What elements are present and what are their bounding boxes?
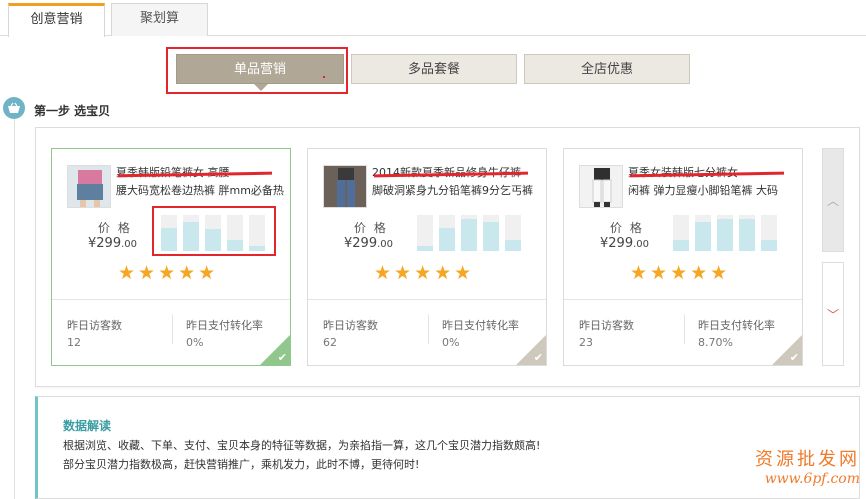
tab-creative-marketing[interactable]: 创意营销 — [8, 3, 105, 37]
conversion-label: 昨日支付转化率 — [442, 319, 519, 332]
visitors-label: 昨日访客数 — [323, 319, 378, 332]
divider — [428, 314, 429, 344]
data-interpretation-box: 数据解读 根据浏览、收藏、下单、支付、宝贝本身的特征等数据，为亲掐指一算，这几个… — [35, 396, 860, 499]
tab-juhuasuan[interactable]: 聚划算 — [111, 3, 208, 36]
notes-title: 数据解读 — [63, 419, 112, 433]
rating-stars: ★★★★★ — [374, 262, 475, 284]
visitors-value: 23 — [579, 336, 593, 349]
product-card-1[interactable]: 夏季韩版铅笔裤女 高腰 腰大码宽松卷边热裤 胖mm必备热 价 格 ¥299.00… — [51, 148, 291, 366]
notes-line: 部分宝贝潜力指数极高，赶快营销推广，乘机发力，此时不博，更待何时! — [63, 458, 420, 471]
chevron-down-icon: ﹀ — [826, 308, 839, 322]
bar — [417, 245, 433, 251]
product-thumbnail — [67, 165, 111, 208]
product-title[interactable]: 夏季女装韩版七分裤女 闲裤 弹力显瘦小脚铅笔裤 大码 — [628, 164, 798, 200]
highlight-dot — [323, 76, 325, 78]
conversion-value: 0% — [186, 336, 204, 349]
visitors-label: 昨日访客数 — [579, 319, 634, 332]
step-title: 第一步 选宝贝 — [34, 104, 111, 118]
conversion-label: 昨日支付转化率 — [698, 319, 775, 332]
bar — [461, 218, 477, 251]
bar — [761, 240, 777, 251]
bar — [673, 240, 689, 251]
notes-line: 根据浏览、收藏、下单、支付、宝贝本身的特征等数据，为亲掐指一算，这几个宝贝潜力指… — [63, 439, 541, 452]
product-title[interactable]: 2014新款夏季新品修身牛仔裤 脚破洞紧身九分铅笔裤9分乞丐裤 — [372, 164, 542, 200]
basket-icon — [3, 97, 25, 119]
bar — [739, 218, 755, 251]
check-icon: ✔ — [533, 351, 543, 364]
product-price: ¥299.00 — [600, 236, 649, 251]
highlight-box-tab — [166, 47, 348, 94]
watermark: 资源批发网 www.6pf.com — [755, 449, 860, 487]
visitors-value: 62 — [323, 336, 337, 349]
check-icon: ✔ — [789, 351, 799, 364]
price-label: 价 格 — [98, 221, 132, 235]
bar — [717, 218, 733, 251]
divider — [684, 314, 685, 344]
price-label: 价 格 — [610, 221, 644, 235]
bar — [439, 227, 455, 251]
chevron-up-icon: ︿ — [826, 194, 839, 208]
subtab-store-discount[interactable]: 全店优惠 — [524, 54, 690, 84]
divider — [172, 314, 173, 344]
scroll-down-button[interactable]: ﹀ — [822, 262, 844, 366]
rating-stars: ★★★★★ — [118, 262, 219, 284]
step-timeline — [14, 118, 15, 499]
product-card-3[interactable]: 夏季女装韩版七分裤女 闲裤 弹力显瘦小脚铅笔裤 大码 价 格 ¥299.00 ★… — [563, 148, 803, 366]
check-icon: ✔ — [277, 351, 287, 364]
scroll-up-button[interactable]: ︿ — [822, 148, 844, 252]
product-card-2[interactable]: 2014新款夏季新品修身牛仔裤 脚破洞紧身九分铅笔裤9分乞丐裤 价 格 ¥299… — [307, 148, 547, 366]
top-tab-bar: 创意营销 聚划算 — [0, 0, 866, 37]
divider — [564, 299, 802, 300]
bar — [695, 222, 711, 251]
product-thumbnail — [579, 165, 623, 208]
visitors-value: 12 — [67, 336, 81, 349]
product-price: ¥299.00 — [344, 236, 393, 251]
potential-bars — [417, 215, 521, 251]
highlight-box-bars — [152, 206, 276, 256]
subtab-multi-package[interactable]: 多品套餐 — [351, 54, 517, 84]
product-price: ¥299.00 — [88, 236, 137, 251]
product-title[interactable]: 夏季韩版铅笔裤女 高腰 腰大码宽松卷边热裤 胖mm必备热 — [116, 164, 286, 200]
divider — [52, 299, 290, 300]
bar — [505, 240, 521, 251]
conversion-value: 0% — [442, 336, 460, 349]
product-thumbnail — [323, 165, 367, 208]
rating-stars: ★★★★★ — [630, 262, 731, 284]
conversion-value: 8.70% — [698, 336, 733, 349]
visitors-label: 昨日访客数 — [67, 319, 122, 332]
divider — [308, 299, 546, 300]
price-label: 价 格 — [354, 221, 388, 235]
bar — [483, 222, 499, 251]
potential-bars — [673, 215, 777, 251]
conversion-label: 昨日支付转化率 — [186, 319, 263, 332]
